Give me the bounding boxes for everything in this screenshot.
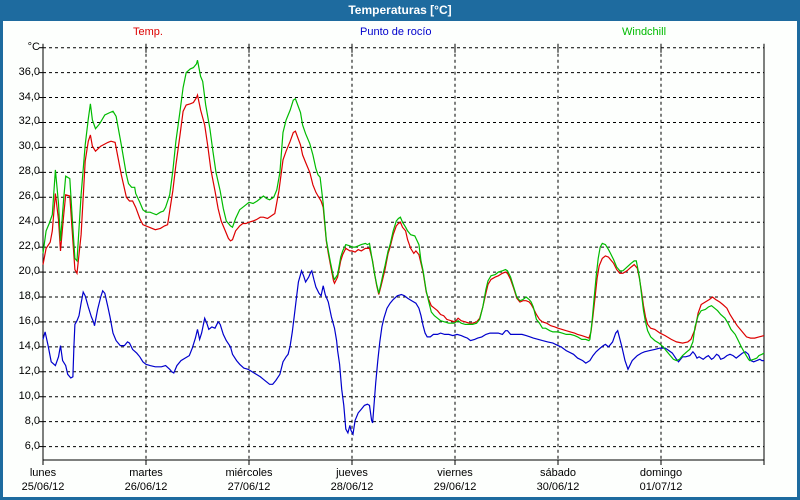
y-tick-label: 24,0 (6, 215, 40, 227)
day-name-label: martes (111, 467, 181, 479)
temperature-line-chart (3, 0, 800, 500)
y-tick-label: 16,0 (6, 315, 40, 327)
day-name-label: viernes (420, 467, 490, 479)
y-tick-label: 6,0 (6, 440, 40, 452)
y-tick-label: 26,0 (6, 190, 40, 202)
y-tick-label: 22,0 (6, 240, 40, 252)
day-date-label: 29/06/12 (420, 481, 490, 493)
y-tick-label: 14,0 (6, 340, 40, 352)
y-tick-label: 20,0 (6, 265, 40, 277)
day-name-label: jueves (317, 467, 387, 479)
weather-chart-window: Temperaturas [°C] Temp. Punto de rocío W… (0, 0, 800, 500)
y-tick-label: 30,0 (6, 140, 40, 152)
y-tick-label: 28,0 (6, 165, 40, 177)
day-name-label: lunes (8, 467, 78, 479)
series-line-windchill (43, 60, 764, 360)
y-tick-label: 18,0 (6, 290, 40, 302)
day-date-label: 30/06/12 (523, 481, 593, 493)
day-name-label: miércoles (214, 467, 284, 479)
day-date-label: 28/06/12 (317, 481, 387, 493)
y-tick-label: 36,0 (6, 66, 40, 78)
y-tick-label: 34,0 (6, 91, 40, 103)
y-tick-label: 12,0 (6, 365, 40, 377)
day-date-label: 27/06/12 (214, 481, 284, 493)
day-name-label: domingo (626, 467, 696, 479)
y-tick-label: 8,0 (6, 415, 40, 427)
day-date-label: 01/07/12 (626, 481, 696, 493)
series-line-temp (43, 95, 764, 343)
day-name-label: sábado (523, 467, 593, 479)
y-tick-label: 10,0 (6, 390, 40, 402)
series-line-dew (43, 271, 764, 434)
day-date-label: 26/06/12 (111, 481, 181, 493)
day-date-label: 25/06/12 (8, 481, 78, 493)
y-tick-label: 32,0 (6, 115, 40, 127)
